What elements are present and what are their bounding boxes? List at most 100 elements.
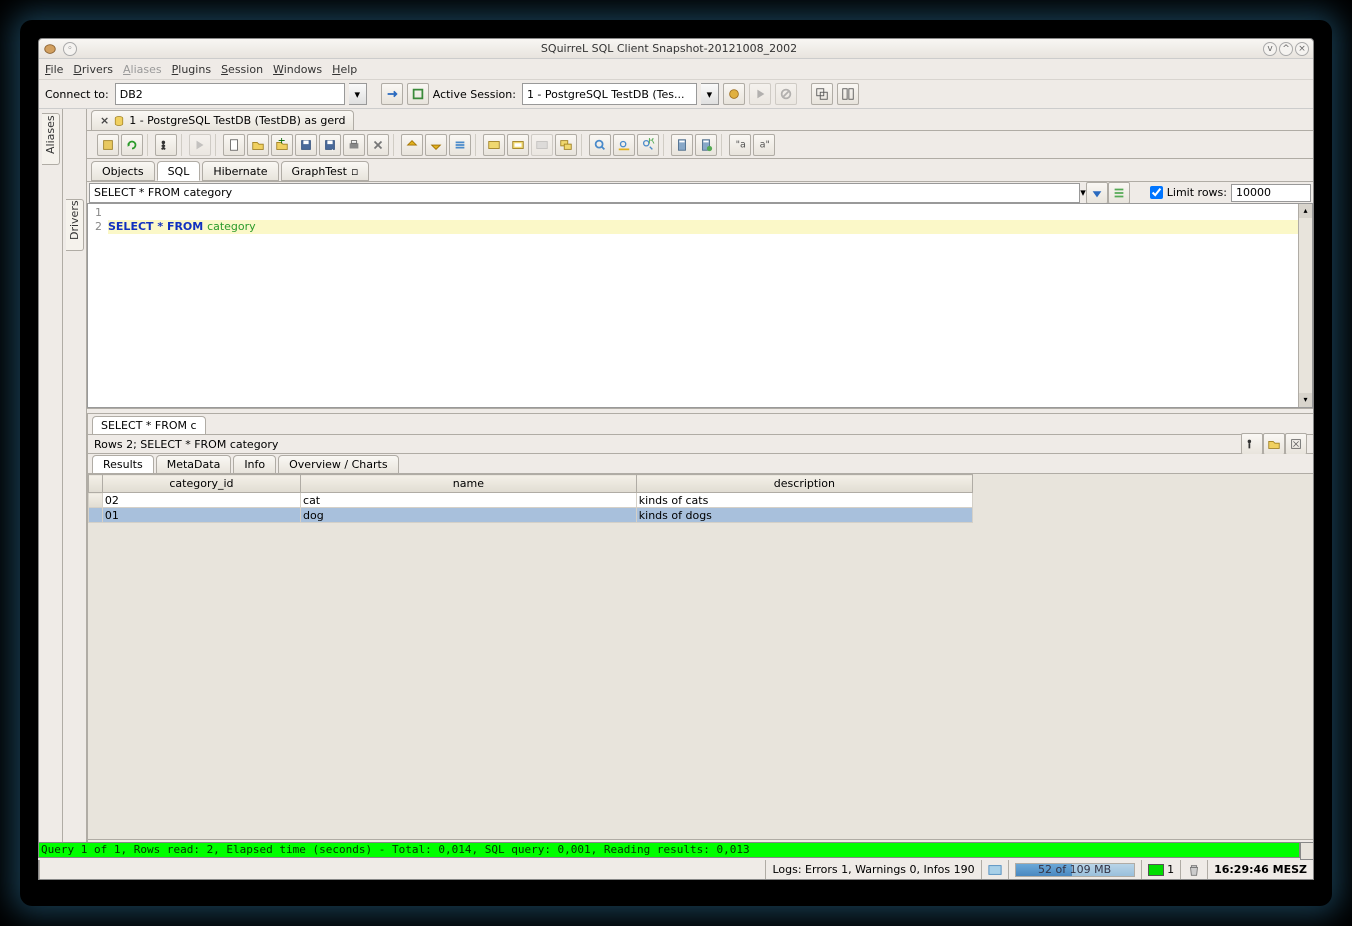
table-row[interactable]: 01 dog kinds of dogs <box>89 508 973 523</box>
editor-code[interactable]: SELECT * FROM category <box>104 204 1298 407</box>
prev-sql-icon[interactable] <box>401 134 423 156</box>
open-file-icon[interactable] <box>247 134 269 156</box>
side-tabs-2: Drivers <box>63 109 87 857</box>
run-sql-icon[interactable] <box>155 134 177 156</box>
svg-text:R: R <box>648 138 655 146</box>
session-tab[interactable]: × 1 - PostgreSQL TestDB (TestDB) as gerd <box>91 110 354 130</box>
side-tab-aliases[interactable]: Aliases <box>42 113 60 165</box>
new-file-icon[interactable] <box>223 134 245 156</box>
maximize-button[interactable]: ^ <box>1279 42 1293 56</box>
save-as-icon[interactable]: . <box>319 134 341 156</box>
close-file-icon[interactable] <box>367 134 389 156</box>
menu-drivers[interactable]: Drivers <box>73 63 113 76</box>
message-scrollbar[interactable] <box>1300 842 1314 860</box>
refresh-icon[interactable] <box>121 134 143 156</box>
table-header-row: category_id name description <box>89 475 973 493</box>
server-icon-1[interactable] <box>671 134 693 156</box>
history-icon[interactable] <box>449 134 471 156</box>
session-tab-label: 1 - PostgreSQL TestDB (TestDB) as gerd <box>129 114 345 127</box>
next-sql-icon[interactable] <box>425 134 447 156</box>
tab-icon-3[interactable] <box>531 134 553 156</box>
active-session-dropdown[interactable]: ▾ <box>701 83 719 105</box>
result-sub-tabs: Results MetaData Info Overview / Charts <box>88 454 1313 474</box>
editor-scrollbar[interactable]: ▴▾ <box>1298 204 1312 407</box>
append-file-icon[interactable]: + <box>271 134 293 156</box>
history-down-icon[interactable] <box>1086 182 1108 204</box>
result-info-text: Rows 2; SELECT * FROM category <box>94 438 278 451</box>
result-table-area[interactable]: category_id name description 02 cat kind… <box>88 474 1313 839</box>
new-session-icon[interactable] <box>407 83 429 105</box>
tab-graphtest[interactable]: GraphTest▫ <box>281 161 370 181</box>
menu-help[interactable]: Help <box>332 63 357 76</box>
menu-file[interactable]: File <box>45 63 63 76</box>
server-icon-2[interactable] <box>695 134 717 156</box>
status-logs[interactable]: Logs: Errors 1, Warnings 0, Infos 190 <box>765 860 980 879</box>
save-file-icon[interactable] <box>295 134 317 156</box>
session-tabs: × 1 - PostgreSQL TestDB (TestDB) as gerd <box>87 109 1313 131</box>
active-session-combo[interactable]: 1 - PostgreSQL TestDB (Tes... <box>522 83 697 105</box>
db-icon <box>113 115 125 127</box>
row-header-blank[interactable] <box>89 475 103 493</box>
sql-history-field[interactable]: SELECT * FROM category <box>89 183 1080 203</box>
close-result-icon[interactable] <box>1285 433 1307 455</box>
editor-gutter: 1 2 <box>88 204 104 407</box>
tab-icon-2[interactable] <box>507 134 529 156</box>
subtab-overview[interactable]: Overview / Charts <box>278 455 398 473</box>
cascade-icon[interactable] <box>811 83 833 105</box>
subtab-metadata[interactable]: MetaData <box>156 455 232 473</box>
svg-text:"a: "a <box>736 139 746 150</box>
tile-icon[interactable] <box>837 83 859 105</box>
col-category-id[interactable]: category_id <box>102 475 300 493</box>
catalog-icon[interactable] <box>97 134 119 156</box>
close-button[interactable]: × <box>1295 42 1309 56</box>
tab-icon-4[interactable] <box>555 134 577 156</box>
side-tab-drivers[interactable]: Drivers <box>66 199 84 251</box>
table-row[interactable]: 02 cat kinds of cats <box>89 493 973 508</box>
tab-icon-1[interactable] <box>483 134 505 156</box>
status-logs-icon[interactable] <box>981 860 1008 879</box>
sql-history-dropdown[interactable]: ▾ <box>1080 186 1086 199</box>
limit-rows-checkbox[interactable] <box>1150 186 1163 199</box>
replace-icon[interactable]: R <box>637 134 659 156</box>
view-tabs: Objects SQL Hibernate GraphTest▫ <box>87 159 1313 181</box>
col-name[interactable]: name <box>301 475 637 493</box>
stop-icon[interactable] <box>775 83 797 105</box>
history-list-icon[interactable] <box>1108 182 1130 204</box>
detach-icon[interactable] <box>1263 433 1285 455</box>
col-description[interactable]: description <box>636 475 972 493</box>
rerun-icon[interactable] <box>1241 433 1263 455</box>
print-icon[interactable] <box>343 134 365 156</box>
quote-icon[interactable]: "a <box>729 134 751 156</box>
connect-to-dropdown[interactable]: ▾ <box>349 83 367 105</box>
window-menu-button[interactable]: ◦ <box>63 42 77 56</box>
session-props-icon[interactable] <box>723 83 745 105</box>
tab-objects[interactable]: Objects <box>91 161 155 181</box>
connect-icon[interactable] <box>381 83 403 105</box>
find-col-icon[interactable] <box>613 134 635 156</box>
menu-plugins[interactable]: Plugins <box>172 63 211 76</box>
active-session-label: Active Session: <box>433 88 516 101</box>
result-tab[interactable]: SELECT * FROM c <box>92 416 206 434</box>
session-tab-close-icon[interactable]: × <box>100 114 109 127</box>
svg-text:a": a" <box>760 139 770 150</box>
connect-to-combo[interactable]: DB2 <box>115 83 345 105</box>
subtab-results[interactable]: Results <box>92 455 154 473</box>
editing-cell[interactable]: dog <box>301 508 637 523</box>
unquote-icon[interactable]: a" <box>753 134 775 156</box>
run-all-icon[interactable] <box>189 134 211 156</box>
tab-hibernate[interactable]: Hibernate <box>202 161 278 181</box>
menu-windows[interactable]: Windows <box>273 63 322 76</box>
minimize-button[interactable]: v <box>1263 42 1277 56</box>
run-icon[interactable] <box>749 83 771 105</box>
subtab-info[interactable]: Info <box>233 455 276 473</box>
find-icon[interactable] <box>589 134 611 156</box>
results-pane: SELECT * FROM c Rows 2; SELECT * FROM ca… <box>87 414 1313 857</box>
tab-sql[interactable]: SQL <box>157 161 201 181</box>
query-message: Query 1 of 1, Rows read: 2, Elapsed time… <box>38 842 1300 858</box>
menu-session[interactable]: Session <box>221 63 263 76</box>
status-gc-icon[interactable] <box>1180 860 1207 879</box>
status-memory[interactable]: 52 of 109 MB <box>1008 860 1141 879</box>
limit-rows-input[interactable] <box>1231 184 1311 202</box>
menu-aliases[interactable]: Aliases <box>123 63 162 76</box>
sql-editor[interactable]: 1 2 SELECT * FROM category ▴▾ <box>87 203 1313 408</box>
